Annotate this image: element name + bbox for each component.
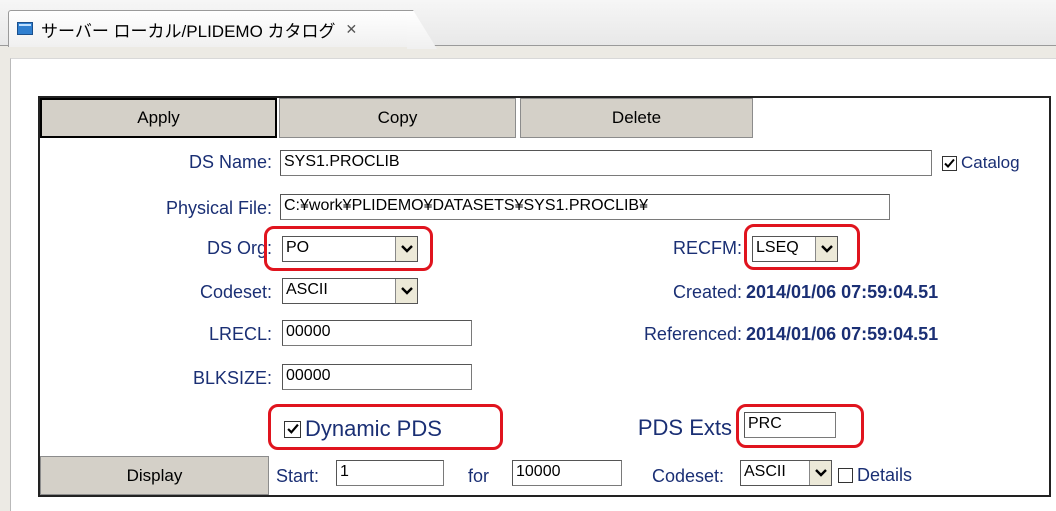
display-codeset-select[interactable]: ASCII: [740, 460, 832, 486]
chevron-down-icon[interactable]: [815, 237, 837, 261]
created-value: 2014/01/06 07:59:04.51: [746, 282, 939, 302]
codeset-value: ASCII: [286, 281, 328, 298]
catalog-checkbox[interactable]: Catalog: [942, 153, 1020, 173]
for-label: for: [468, 466, 490, 486]
tab-catalog[interactable]: サーバー ローカル/PLIDEMO カタログ ✕: [8, 10, 408, 47]
apply-button[interactable]: Apply: [40, 98, 277, 138]
referenced-value: 2014/01/06 07:59:04.51: [746, 324, 939, 344]
display-button[interactable]: Display: [40, 456, 269, 495]
pds-exts-field[interactable]: PRC: [744, 412, 836, 438]
catalog-icon: [17, 20, 35, 38]
recfm-value: LSEQ: [756, 239, 799, 256]
dynamic-pds-label: Dynamic PDS: [305, 416, 442, 441]
recfm-label: RECFM:: [673, 238, 742, 258]
blksize-field[interactable]: 00000: [282, 364, 472, 390]
checkbox-checked-icon: [942, 155, 957, 171]
display-codeset-value: ASCII: [744, 463, 786, 480]
created-label: Created:: [672, 282, 742, 302]
ds-org-select[interactable]: PO: [282, 236, 418, 262]
ds-name-label: DS Name:: [188, 152, 272, 172]
recfm-select[interactable]: LSEQ: [752, 236, 838, 262]
delete-button[interactable]: Delete: [520, 98, 753, 138]
physical-file-label: Physical File:: [165, 198, 272, 218]
for-field[interactable]: 10000: [512, 460, 622, 486]
ds-name-field[interactable]: SYS1.PROCLIB: [280, 150, 932, 176]
catalog-label: Catalog: [961, 153, 1020, 172]
ds-org-value: PO: [286, 239, 310, 256]
checkbox-checked-icon: [284, 420, 301, 438]
chevron-down-icon[interactable]: [809, 461, 831, 485]
ds-org-label: DS Org:: [206, 238, 272, 258]
catalog-panel: Apply Copy Delete DS Name: SYS1.PROCLIB …: [38, 96, 1051, 497]
pds-exts-label: PDS Exts: [637, 415, 732, 440]
codeset-select[interactable]: ASCII: [282, 278, 418, 304]
chevron-down-icon[interactable]: [395, 237, 417, 261]
codeset-label: Codeset:: [199, 282, 272, 302]
checkbox-unchecked-icon: [838, 468, 853, 483]
details-checkbox[interactable]: Details: [838, 465, 912, 486]
physical-file-field[interactable]: C:¥work¥PLIDEMO¥DATASETS¥SYS1.PROCLIB¥: [280, 194, 890, 220]
chevron-down-icon[interactable]: [395, 279, 417, 303]
tab-title: サーバー ローカル/PLIDEMO カタログ: [41, 21, 336, 41]
lrecl-label: LRECL:: [208, 324, 272, 344]
dynamic-pds-checkbox[interactable]: Dynamic PDS: [284, 416, 442, 442]
editor-tab-bar: サーバー ローカル/PLIDEMO カタログ ✕: [0, 0, 1056, 47]
referenced-label: Referenced:: [643, 324, 742, 344]
start-field[interactable]: 1: [336, 460, 444, 486]
display-codeset-label: Codeset:: [652, 466, 725, 486]
start-label: Start:: [276, 466, 320, 486]
close-icon[interactable]: ✕: [346, 21, 358, 38]
copy-button[interactable]: Copy: [279, 98, 516, 138]
details-label: Details: [857, 465, 913, 485]
blksize-label: BLKSIZE:: [192, 368, 272, 388]
lrecl-field[interactable]: 00000: [282, 320, 472, 346]
